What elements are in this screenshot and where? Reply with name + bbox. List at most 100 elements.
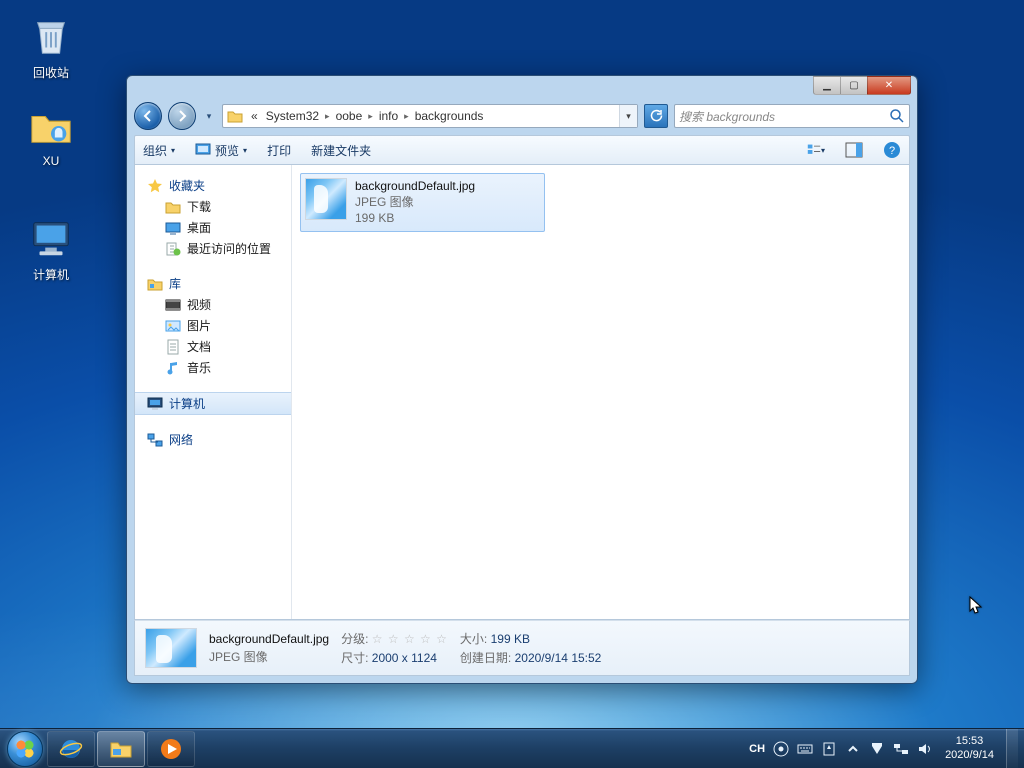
file-item-selected[interactable]: backgroundDefault.jpg JPEG 图像 199 KB xyxy=(300,173,545,232)
details-dimensions: 2000 x 1124 xyxy=(372,651,437,665)
details-created-label: 创建日期: xyxy=(460,651,511,665)
details-thumbnail xyxy=(145,628,197,668)
sidebar-item-label: 图片 xyxy=(187,317,211,334)
action-center-icon[interactable] xyxy=(869,741,885,757)
breadcrumb[interactable]: « System32▸ oobe▸ info▸ backgrounds ▾ xyxy=(222,104,638,128)
details-file-type: JPEG 图像 xyxy=(209,648,329,665)
sidebar-item-pictures[interactable]: 图片 xyxy=(135,315,291,336)
recycle-bin-icon xyxy=(27,12,75,60)
breadcrumb-part[interactable]: info xyxy=(375,105,402,127)
history-dropdown[interactable]: ▾ xyxy=(202,106,216,126)
preview-menu[interactable]: 预览 ▾ xyxy=(195,141,247,160)
desktop[interactable]: 回收站 XU 计算机 ▁ ▢ ✕ ▾ xyxy=(0,0,1024,768)
show-desktop-button[interactable] xyxy=(1006,729,1018,768)
sidebar-item-label: 文档 xyxy=(187,338,211,355)
print-label: 打印 xyxy=(267,142,291,159)
taskbar[interactable]: CH 15:53 2020/9/14 xyxy=(0,728,1024,768)
window-controls: ▁ ▢ ✕ xyxy=(814,76,911,95)
sidebar-item-documents[interactable]: 文档 xyxy=(135,336,291,357)
sidebar-group-network[interactable]: 网络 xyxy=(135,429,291,450)
taskbar-item-wmp[interactable] xyxy=(147,731,195,767)
taskbar-item-ie[interactable] xyxy=(47,731,95,767)
breadcrumb-dropdown[interactable]: ▾ xyxy=(619,105,637,127)
recent-icon xyxy=(165,241,181,257)
file-thumbnail xyxy=(305,178,347,220)
maximize-button[interactable]: ▢ xyxy=(840,76,868,95)
breadcrumb-part[interactable]: oobe xyxy=(332,105,367,127)
details-size-label: 大小: xyxy=(460,632,487,646)
start-button[interactable] xyxy=(4,729,46,768)
forward-button[interactable] xyxy=(168,102,196,130)
preview-pane-button[interactable] xyxy=(845,141,863,159)
network-tray-icon[interactable] xyxy=(893,741,909,757)
ie-icon xyxy=(59,737,83,761)
close-button[interactable]: ✕ xyxy=(867,76,911,95)
desktop-icon-label: 回收站 xyxy=(14,64,88,81)
volume-icon[interactable] xyxy=(917,741,933,757)
sidebar-item-label: 桌面 xyxy=(187,219,211,236)
sidebar-group-label: 库 xyxy=(169,275,181,292)
preview-icon xyxy=(195,141,211,160)
sidebar-item-music[interactable]: 音乐 xyxy=(135,357,291,378)
chevron-right-icon: ▸ xyxy=(366,111,375,122)
sidebar-group-computer[interactable]: 计算机 xyxy=(135,392,291,415)
breadcrumb-part[interactable]: System32 xyxy=(262,105,323,127)
ime-icon[interactable] xyxy=(773,741,789,757)
preview-label: 预览 xyxy=(215,142,239,159)
media-player-icon xyxy=(159,737,183,761)
view-options-button[interactable]: ▾ xyxy=(807,141,825,159)
documents-icon xyxy=(165,339,181,355)
back-button[interactable] xyxy=(134,102,162,130)
sidebar-item-desktop[interactable]: 桌面 xyxy=(135,217,291,238)
folder-icon xyxy=(165,199,181,215)
details-rating-label: 分级: xyxy=(341,632,368,646)
video-icon xyxy=(165,297,181,313)
explorer-window[interactable]: ▁ ▢ ✕ ▾ « System32▸ oobe▸ info▸ backgrou… xyxy=(126,75,918,684)
sidebar-group-libraries[interactable]: 库 xyxy=(135,273,291,294)
explorer-body: 收藏夹 下载 桌面 最近访问的位置 xyxy=(134,165,910,620)
details-dimensions-label: 尺寸: xyxy=(341,651,368,665)
sidebar-group-label: 计算机 xyxy=(169,395,205,412)
taskbar-item-explorer[interactable] xyxy=(97,731,145,767)
pictures-icon xyxy=(165,318,181,334)
minimize-button[interactable]: ▁ xyxy=(813,76,841,95)
star-icon xyxy=(147,178,163,194)
navigation-pane[interactable]: 收藏夹 下载 桌面 最近访问的位置 xyxy=(135,165,292,619)
sidebar-item-recent[interactable]: 最近访问的位置 xyxy=(135,238,291,259)
desktop-icon-computer[interactable]: 计算机 xyxy=(14,214,88,283)
refresh-button[interactable] xyxy=(644,104,668,128)
computer-icon xyxy=(147,396,163,412)
breadcrumb-truncated[interactable]: « xyxy=(247,105,262,127)
cursor-icon xyxy=(969,596,983,616)
sidebar-item-videos[interactable]: 视频 xyxy=(135,294,291,315)
print-button[interactable]: 打印 xyxy=(267,142,291,159)
sidebar-item-downloads[interactable]: 下载 xyxy=(135,196,291,217)
breadcrumb-part[interactable]: backgrounds xyxy=(411,105,488,127)
sidebar-item-label: 最近访问的位置 xyxy=(187,240,271,257)
ime-pad-icon[interactable] xyxy=(821,741,837,757)
network-icon xyxy=(147,432,163,448)
rating-stars[interactable]: ☆ ☆ ☆ ☆ ☆ xyxy=(372,632,448,646)
taskbar-clock[interactable]: 15:53 2020/9/14 xyxy=(941,735,998,761)
desktop-icon-recycle-bin[interactable]: 回收站 xyxy=(14,12,88,81)
search-input[interactable]: 搜索 backgrounds xyxy=(674,104,910,128)
nav-row: ▾ « System32▸ oobe▸ info▸ backgrounds ▾ … xyxy=(134,101,910,131)
details-file-name: backgroundDefault.jpg xyxy=(209,632,329,646)
file-type: JPEG 图像 xyxy=(355,194,475,210)
tray-chevron-icon[interactable] xyxy=(845,741,861,757)
chevron-down-icon: ▾ xyxy=(821,146,825,155)
desktop-icon-folder-xu[interactable]: XU xyxy=(14,102,88,168)
svg-text:?: ? xyxy=(889,145,895,157)
details-created: 2020/9/14 15:52 xyxy=(515,651,602,665)
sidebar-group-favorites[interactable]: 收藏夹 xyxy=(135,175,291,196)
new-folder-button[interactable]: 新建文件夹 xyxy=(311,142,371,159)
search-placeholder: 搜索 backgrounds xyxy=(679,108,775,125)
language-indicator[interactable]: CH xyxy=(749,743,765,755)
file-list[interactable]: backgroundDefault.jpg JPEG 图像 199 KB xyxy=(292,165,909,619)
details-size: 199 KB xyxy=(491,632,530,646)
keyboard-icon[interactable] xyxy=(797,741,813,757)
sidebar-item-label: 下载 xyxy=(187,198,211,215)
explorer-icon xyxy=(109,737,133,761)
organize-menu[interactable]: 组织 ▾ xyxy=(143,142,175,159)
help-button[interactable]: ? xyxy=(883,141,901,159)
